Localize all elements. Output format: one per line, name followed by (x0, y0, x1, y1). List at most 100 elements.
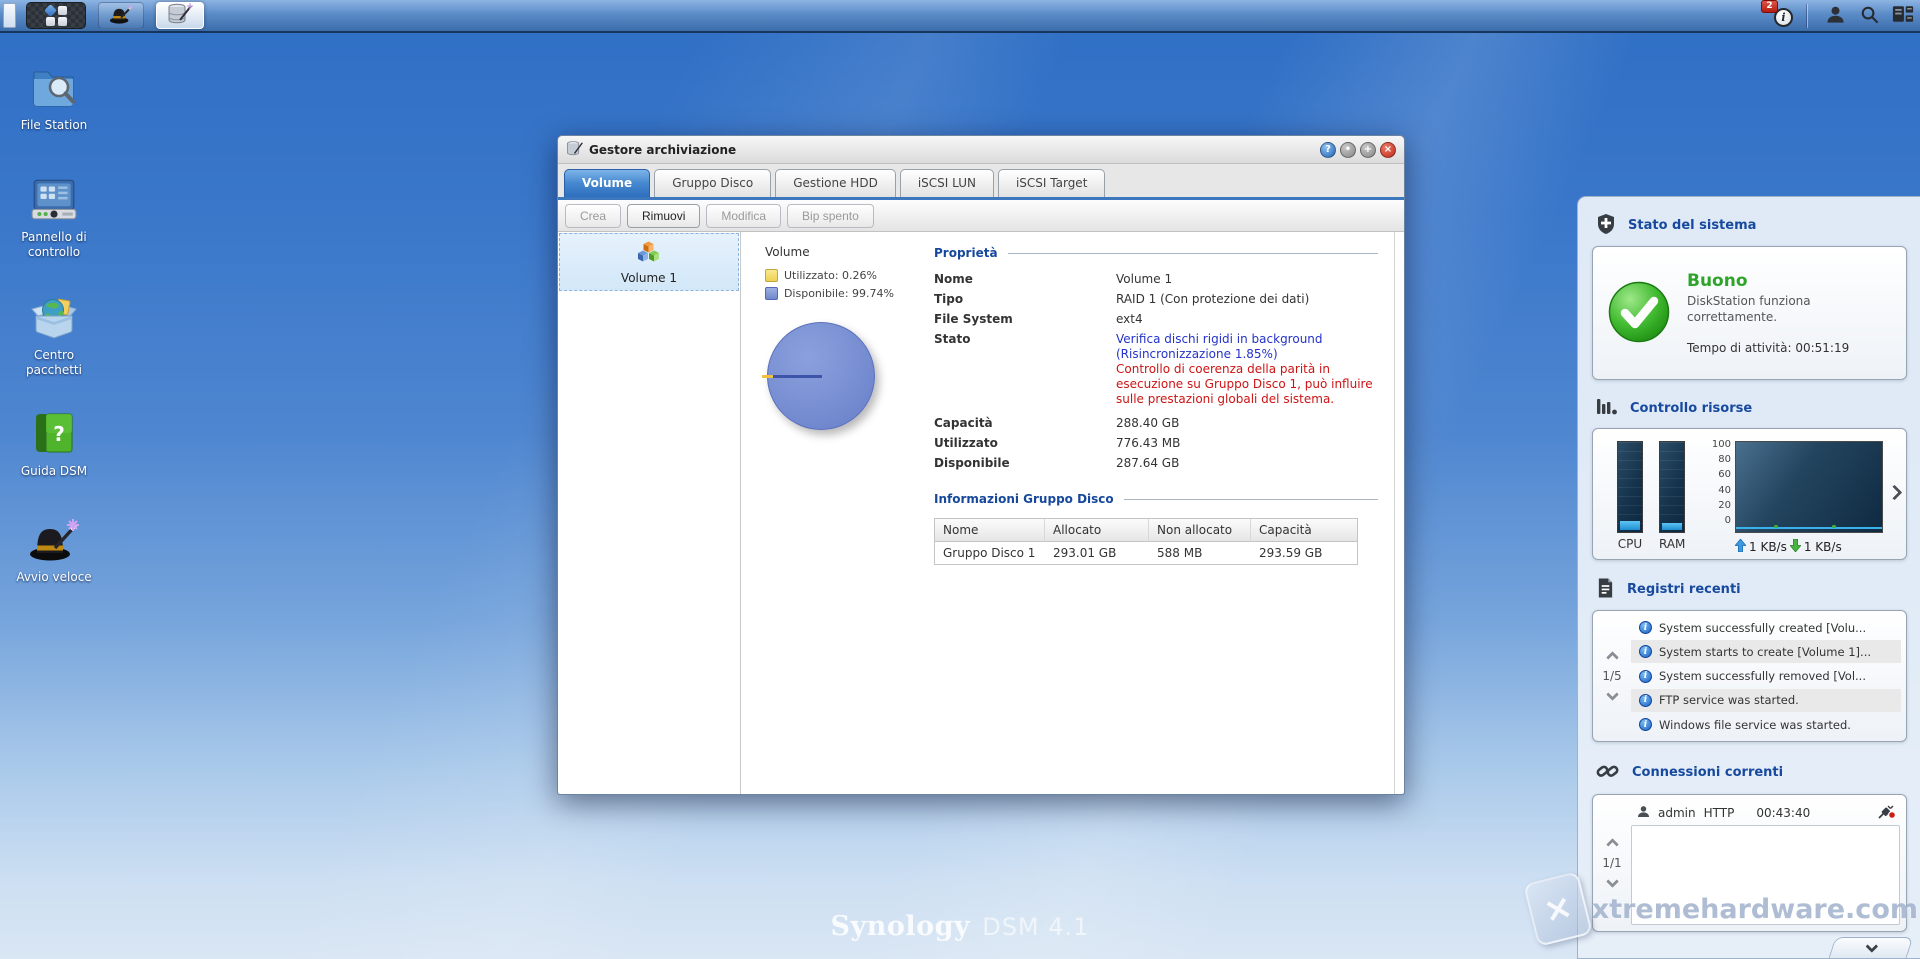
notifications-button[interactable]: i 2 (1767, 5, 1793, 27)
log-entry: Windows file service was started. (1631, 713, 1901, 736)
tab-volume[interactable]: Volume (564, 169, 650, 197)
magic-hat-icon (28, 518, 80, 565)
desktop-icon-pannello-di-controllo[interactable]: Pannello di controllo (6, 178, 102, 260)
axis-tick: 60 (1701, 467, 1731, 482)
desktop-icon-file-station[interactable]: File Station (6, 64, 102, 133)
search-button[interactable] (1852, 0, 1886, 31)
cell-nome: Gruppo Disco 1 (935, 542, 1045, 564)
taskbar-item-avvio-veloce[interactable] (98, 2, 144, 29)
network-chart-axis: 100 80 60 40 20 0 (1701, 437, 1731, 528)
prop-label-capacita: Capacità (934, 416, 1116, 430)
current-connections-card: 1/1 admin HTTP 00:43:40 (1592, 794, 1907, 932)
edit-button[interactable]: Modifica (706, 204, 781, 228)
person-icon (1826, 5, 1845, 27)
pie-used-slice (762, 375, 822, 378)
legend-used: Utilizzato: 0.26% (765, 269, 910, 282)
log-text: System successfully removed [Vol... (1659, 669, 1866, 683)
window-titlebar[interactable]: Gestore archiviazione ? • + × (558, 136, 1404, 164)
next-resource-chevron[interactable] (1887, 485, 1903, 501)
pilot-view-sidebar: Stato del sistema Buono DiskStation funz… (1577, 196, 1920, 959)
resource-monitor-header: Controllo risorse (1596, 397, 1920, 420)
desktop-icon-avvio-veloce[interactable]: Avvio veloce (6, 518, 102, 585)
package-center-icon (29, 294, 79, 343)
connection-row: admin HTTP 00:43:40 (1631, 801, 1900, 825)
network-download-point (1832, 525, 1836, 528)
close-button[interactable]: × (1380, 142, 1396, 158)
remove-button[interactable]: Rimuovi (627, 204, 700, 228)
log-entry: System successfully removed [Vol... (1631, 665, 1901, 688)
storage-manager-window: Gestore archiviazione ? • + × Volume Gru… (557, 135, 1405, 795)
info-icon (1639, 718, 1652, 731)
system-status-card: Buono DiskStation funziona correttamente… (1592, 246, 1907, 380)
uptime-label: Tempo di attività: 00:51:19 (1687, 341, 1857, 355)
minimize-button[interactable]: • (1340, 142, 1356, 158)
tab-gruppo-disco[interactable]: Gruppo Disco (654, 169, 771, 197)
col-non-allocato: Non allocato (1149, 519, 1251, 542)
tab-gestione-hdd[interactable]: Gestione HDD (775, 169, 896, 197)
pilot-view-button[interactable] (1886, 0, 1920, 31)
disconnect-icon[interactable] (1878, 805, 1896, 822)
info-icon (1639, 670, 1652, 683)
bar-chart-icon (1596, 397, 1618, 420)
help-button[interactable]: ? (1320, 142, 1336, 158)
col-capacita: Capacità (1251, 519, 1357, 542)
legend-free-label: Disponibile: 99.74% (784, 287, 894, 300)
tab-iscsi-target[interactable]: iSCSI Target (998, 169, 1105, 197)
current-connections-title: Connessioni correnti (1632, 765, 1783, 780)
log-entry: System starts to create [Volume 1]... (1631, 640, 1901, 663)
taskbar-item-gestore-archiviazione[interactable] (156, 2, 204, 29)
heading-rule (1124, 499, 1378, 500)
tab-bar: Volume Gruppo Disco Gestione HDD iSCSI L… (558, 164, 1404, 197)
log-entry: FTP service was started. (1631, 689, 1901, 712)
main-menu-button[interactable] (26, 2, 86, 29)
status-warning-text: Controllo di coerenza della parità in es… (1116, 362, 1378, 406)
sidebar-collapse-button[interactable] (1829, 937, 1914, 958)
legend-used-label: Utilizzato: 0.26% (784, 269, 877, 282)
storage-disk-icon (566, 140, 583, 160)
chevron-down-icon (1865, 940, 1878, 953)
prop-value-utilizzato: 776.43 MB (1116, 436, 1180, 450)
current-connections-header: Connessioni correnti (1596, 759, 1920, 786)
connections-pager: 1/1 (1593, 801, 1631, 925)
properties-panel: Proprietà NomeVolume 1 TipoRAID 1 (Con p… (910, 232, 1404, 794)
tab-iscsi-lun[interactable]: iSCSI LUN (900, 169, 994, 197)
col-nome: Nome (935, 519, 1045, 542)
recent-logs-header: Registri recenti (1596, 577, 1920, 602)
info-icon (1639, 694, 1652, 707)
system-status-header: Stato del sistema (1596, 213, 1920, 238)
axis-tick: 80 (1701, 452, 1731, 467)
network-traffic-chart (1735, 441, 1883, 533)
logs-page-indicator: 1/5 (1602, 669, 1621, 683)
system-state-label: Buono (1687, 271, 1857, 291)
file-station-icon (29, 64, 79, 113)
help-book-icon: ? (31, 410, 77, 459)
prop-label-tipo: Tipo (934, 292, 1116, 306)
page-down-chevron[interactable] (1606, 875, 1619, 888)
person-icon (1637, 805, 1650, 821)
usage-panel: Volume Utilizzato: 0.26% Disponibile: 99… (741, 232, 910, 794)
page-down-chevron[interactable] (1606, 688, 1619, 701)
beep-off-button[interactable]: Bip spento (787, 204, 874, 228)
control-panel-icon (29, 178, 79, 225)
ram-gauge (1659, 441, 1685, 533)
col-allocato: Allocato (1045, 519, 1149, 542)
desktop-icon-centro-pacchetti[interactable]: Centro pacchetti (6, 294, 102, 378)
legend-free-swatch (765, 287, 778, 300)
page-up-chevron[interactable] (1606, 838, 1619, 851)
log-entry: System successfully created [Volu... (1631, 616, 1901, 639)
cell-capacita: 293.59 GB (1251, 542, 1357, 564)
desktop-icon-guida-dsm[interactable]: ? Guida DSM (6, 410, 102, 479)
volume-list-item-selected[interactable]: Volume 1 (559, 233, 739, 291)
create-button[interactable]: Crea (565, 204, 621, 228)
page-up-chevron[interactable] (1606, 651, 1619, 664)
desktop-icon-label: Pannello di controllo (6, 230, 102, 260)
svg-text:?: ? (53, 422, 65, 446)
main-menu-icon (45, 6, 67, 26)
maximize-button[interactable]: + (1360, 142, 1376, 158)
cpu-gauge-fill (1620, 521, 1640, 530)
prop-label-disponibile: Disponibile (934, 456, 1116, 470)
user-menu-button[interactable] (1818, 0, 1852, 31)
prop-value-disponibile: 287.64 GB (1116, 456, 1179, 470)
resource-monitor-card: CPU RAM 100 80 60 40 20 0 1 KB/s 1 KB/s (1592, 428, 1907, 560)
show-desktop-button[interactable] (3, 3, 16, 28)
